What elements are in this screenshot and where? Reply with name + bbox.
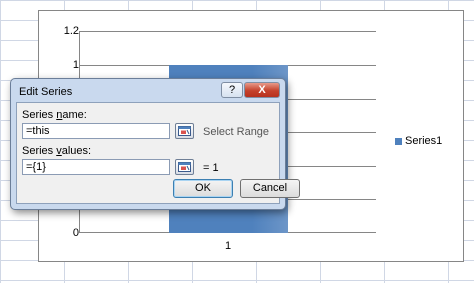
legend-swatch [395,137,402,145]
cancel-button[interactable]: Cancel [240,179,300,198]
legend[interactable]: Series1 [395,135,442,147]
y-tick-label: 1 [72,59,79,71]
x-tick-label: 1 [225,240,232,252]
dialog-title: Edit Series [19,86,73,98]
help-button[interactable]: ? [221,82,243,98]
gridline [79,31,376,32]
legend-label: Series1 [405,135,443,147]
y-tick-label: 0 [72,227,79,239]
series-name-input[interactable]: =this [22,123,170,139]
range-select-icon [178,126,191,136]
series-name-hint: Select Range [203,126,270,138]
series-values-label: Series values: [22,145,92,157]
range-select-icon [178,162,191,172]
series-values-input[interactable]: ={1} [22,159,170,175]
edit-series-dialog: Edit Series ? X Series name: =this Selec… [10,78,300,210]
ok-button[interactable]: OK [173,179,233,198]
dialog-body: Series name: =this Select Range Series v… [16,102,300,204]
close-button[interactable]: X [244,82,280,98]
series-name-range-button[interactable] [175,123,194,139]
series-values-range-button[interactable] [175,159,194,175]
y-tick-label: 1.2 [63,25,79,37]
series-values-hint: = 1 [203,162,219,174]
series-name-label: Series name: [22,109,87,121]
